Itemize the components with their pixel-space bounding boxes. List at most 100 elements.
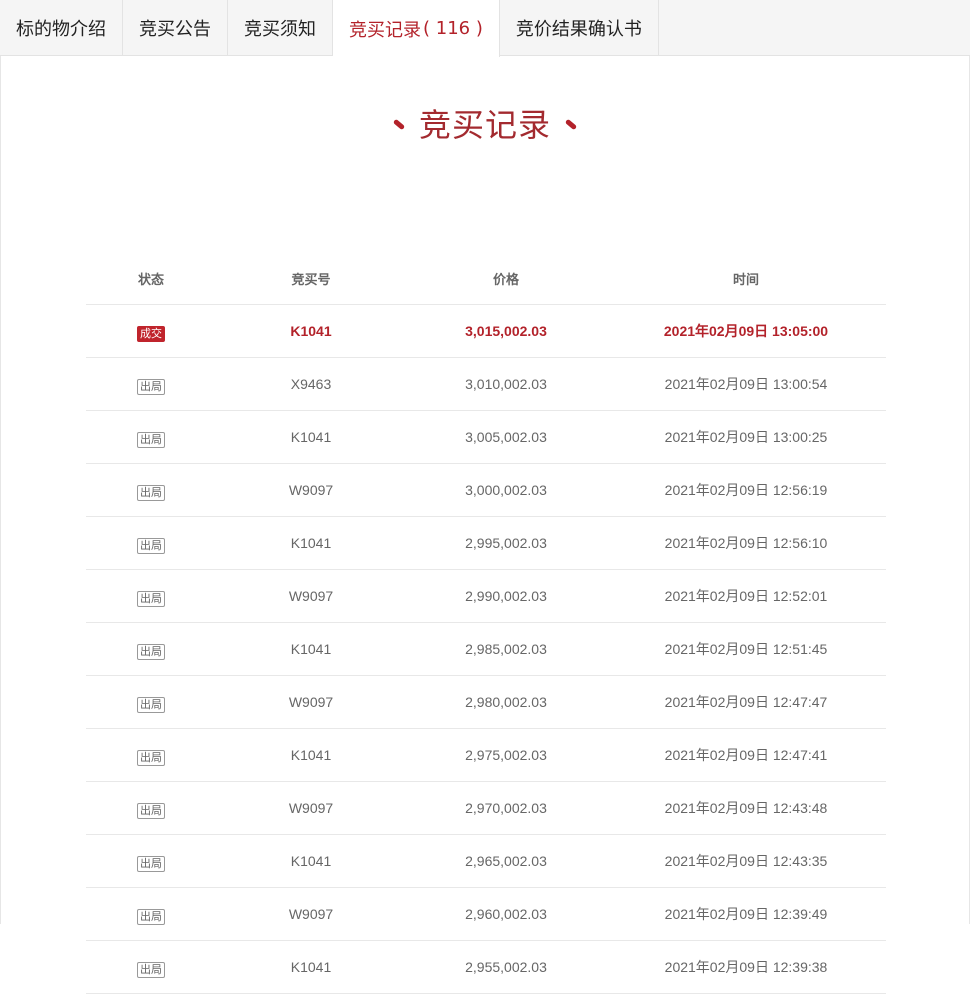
tab-label: 竞价结果确认书 <box>515 19 642 40</box>
table-row: 出局 X9463 3,010,002.03 2021年02月09日 13:00:54 <box>86 358 886 411</box>
status-badge: 出局 <box>137 591 165 607</box>
status-cell: 出局 <box>86 693 216 713</box>
time-cell: 2021年02月09日 12:47:47 <box>664 694 828 710</box>
table-row: 出局 W9097 2,980,002.03 2021年02月09日 12:47:47 <box>86 676 886 729</box>
tab-result-confirmation[interactable]: 竞价结果确认书 <box>500 0 659 56</box>
bid-no-cell: K1041 <box>290 429 332 445</box>
price-cell: 3,000,002.03 <box>465 482 547 498</box>
status-badge: 成交 <box>137 326 165 342</box>
time-cell: 2021年02月09日 12:43:48 <box>664 800 828 816</box>
table-row: 出局 W9097 2,970,002.03 2021年02月09日 12:43:48 <box>86 782 886 835</box>
header-bid-no: 竞买号 <box>291 272 331 288</box>
table-row: 出局 K1041 2,965,002.03 2021年02月09日 12:43:35 <box>86 835 886 888</box>
bid-no-cell: W9097 <box>288 906 334 922</box>
table-row: 出局 W9097 2,960,002.03 2021年02月09日 12:39:49 <box>86 888 886 941</box>
table-row: 出局 K1041 2,985,002.03 2021年02月09日 12:51:45 <box>86 623 886 676</box>
status-badge: 出局 <box>137 379 165 395</box>
price-cell: 2,965,002.03 <box>465 853 547 869</box>
tab-label: 竞买须知 <box>244 19 316 40</box>
status-badge: 出局 <box>137 856 165 872</box>
bid-records-panel: 竞买记录 状态 竞买号 价格 时间 成交 K1041 3,015,002.03 202… <box>0 56 970 994</box>
tab-label: 标的物介绍 <box>16 19 106 40</box>
table-row: 出局 W9097 3,000,002.03 2021年02月09日 12:56:19 <box>86 464 886 517</box>
time-cell: 2021年02月09日 12:39:38 <box>664 959 828 975</box>
time-cell: 2021年02月09日 12:39:49 <box>664 906 828 922</box>
price-cell: 3,005,002.03 <box>465 429 547 445</box>
bid-no-cell: W9097 <box>288 588 334 604</box>
price-cell: 2,975,002.03 <box>465 747 547 763</box>
tab-bar: 标的物介绍 竞买公告 竞买须知 竞买记录 ( 116 ) 竞价结果确认书 <box>0 0 970 57</box>
table-row: 出局 K1041 3,005,002.03 2021年02月09日 13:00:25 <box>86 411 886 464</box>
bid-no-cell: K1041 <box>290 747 332 763</box>
status-badge: 出局 <box>137 644 165 660</box>
time-cell: 2021年02月09日 12:47:41 <box>664 747 828 763</box>
price-cell: 3,015,002.03 <box>465 323 547 339</box>
time-cell: 2021年02月09日 12:43:35 <box>664 853 828 869</box>
price-cell: 3,010,002.03 <box>465 376 547 392</box>
status-badge: 出局 <box>137 697 165 713</box>
time-cell: 2021年02月09日 13:00:54 <box>664 376 828 392</box>
bid-no-cell: K1041 <box>290 535 332 551</box>
price-cell: 2,985,002.03 <box>465 641 547 657</box>
time-cell: 2021年02月09日 12:52:01 <box>664 588 828 604</box>
tab-item-intro[interactable]: 标的物介绍 <box>0 0 123 56</box>
time-cell: 2021年02月09日 12:51:45 <box>664 641 828 657</box>
bid-records-table: 状态 竞买号 价格 时间 成交 K1041 3,015,002.03 2021年02月… <box>86 252 886 994</box>
title-decoration-right-icon <box>564 118 578 130</box>
section-title-text: 竞买记录 <box>418 106 551 144</box>
table-row: 出局 K1041 2,975,002.03 2021年02月09日 12:47:41 <box>86 729 886 782</box>
status-cell: 出局 <box>86 534 216 554</box>
status-cell: 出局 <box>86 905 216 925</box>
status-cell: 成交 <box>86 322 216 342</box>
header-time: 时间 <box>732 272 759 288</box>
time-cell: 2021年02月09日 12:56:10 <box>664 535 828 551</box>
title-decoration-left-icon <box>392 118 406 130</box>
section-title: 竞买记录 <box>1 100 969 146</box>
tab-label: 竞买公告 <box>139 19 211 40</box>
tab-announcement[interactable]: 竞买公告 <box>123 0 228 56</box>
price-cell: 2,995,002.03 <box>465 535 547 551</box>
bid-no-cell: K1041 <box>290 853 332 869</box>
status-badge: 出局 <box>137 432 165 448</box>
table-row: 成交 K1041 3,015,002.03 2021年02月09日 13:05:00 <box>86 305 886 358</box>
header-price: 价格 <box>492 272 519 288</box>
status-cell: 出局 <box>86 799 216 819</box>
status-cell: 出局 <box>86 640 216 660</box>
table-row: 出局 K1041 2,955,002.03 2021年02月09日 12:39:38 <box>86 941 886 994</box>
status-cell: 出局 <box>86 958 216 978</box>
status-cell: 出局 <box>86 428 216 448</box>
price-cell: 2,990,002.03 <box>465 588 547 604</box>
status-cell: 出局 <box>86 852 216 872</box>
price-cell: 2,980,002.03 <box>465 694 547 710</box>
bid-no-cell: K1041 <box>290 959 332 975</box>
status-badge: 出局 <box>137 538 165 554</box>
bid-no-cell: W9097 <box>288 800 334 816</box>
status-badge: 出局 <box>137 803 165 819</box>
tab-bidding-notice[interactable]: 竞买须知 <box>228 0 333 56</box>
tab-count: ( 116 ) <box>423 18 483 39</box>
status-badge: 出局 <box>137 962 165 978</box>
table-header: 状态 竞买号 价格 时间 <box>86 252 886 305</box>
status-cell: 出局 <box>86 375 216 395</box>
time-cell: 2021年02月09日 13:00:25 <box>664 429 828 445</box>
price-cell: 2,970,002.03 <box>465 800 547 816</box>
time-cell: 2021年02月09日 13:05:00 <box>663 323 829 339</box>
bid-no-cell: K1041 <box>290 323 332 339</box>
bid-no-cell: W9097 <box>288 694 334 710</box>
header-status: 状态 <box>137 272 164 288</box>
price-cell: 2,955,002.03 <box>465 959 547 975</box>
bid-no-cell: K1041 <box>290 641 332 657</box>
status-cell: 出局 <box>86 481 216 501</box>
status-cell: 出局 <box>86 587 216 607</box>
price-cell: 2,960,002.03 <box>465 906 547 922</box>
table-row: 出局 K1041 2,995,002.03 2021年02月09日 12:56:10 <box>86 517 886 570</box>
time-cell: 2021年02月09日 12:56:19 <box>664 482 828 498</box>
status-badge: 出局 <box>137 750 165 766</box>
bid-no-cell: W9097 <box>288 482 334 498</box>
status-badge: 出局 <box>137 485 165 501</box>
status-badge: 出局 <box>137 909 165 925</box>
table-row: 出局 W9097 2,990,002.03 2021年02月09日 12:52:01 <box>86 570 886 623</box>
tab-bid-records[interactable]: 竞买记录 ( 116 ) <box>333 0 500 57</box>
status-cell: 出局 <box>86 746 216 766</box>
tab-label: 竞买记录 <box>349 19 421 41</box>
